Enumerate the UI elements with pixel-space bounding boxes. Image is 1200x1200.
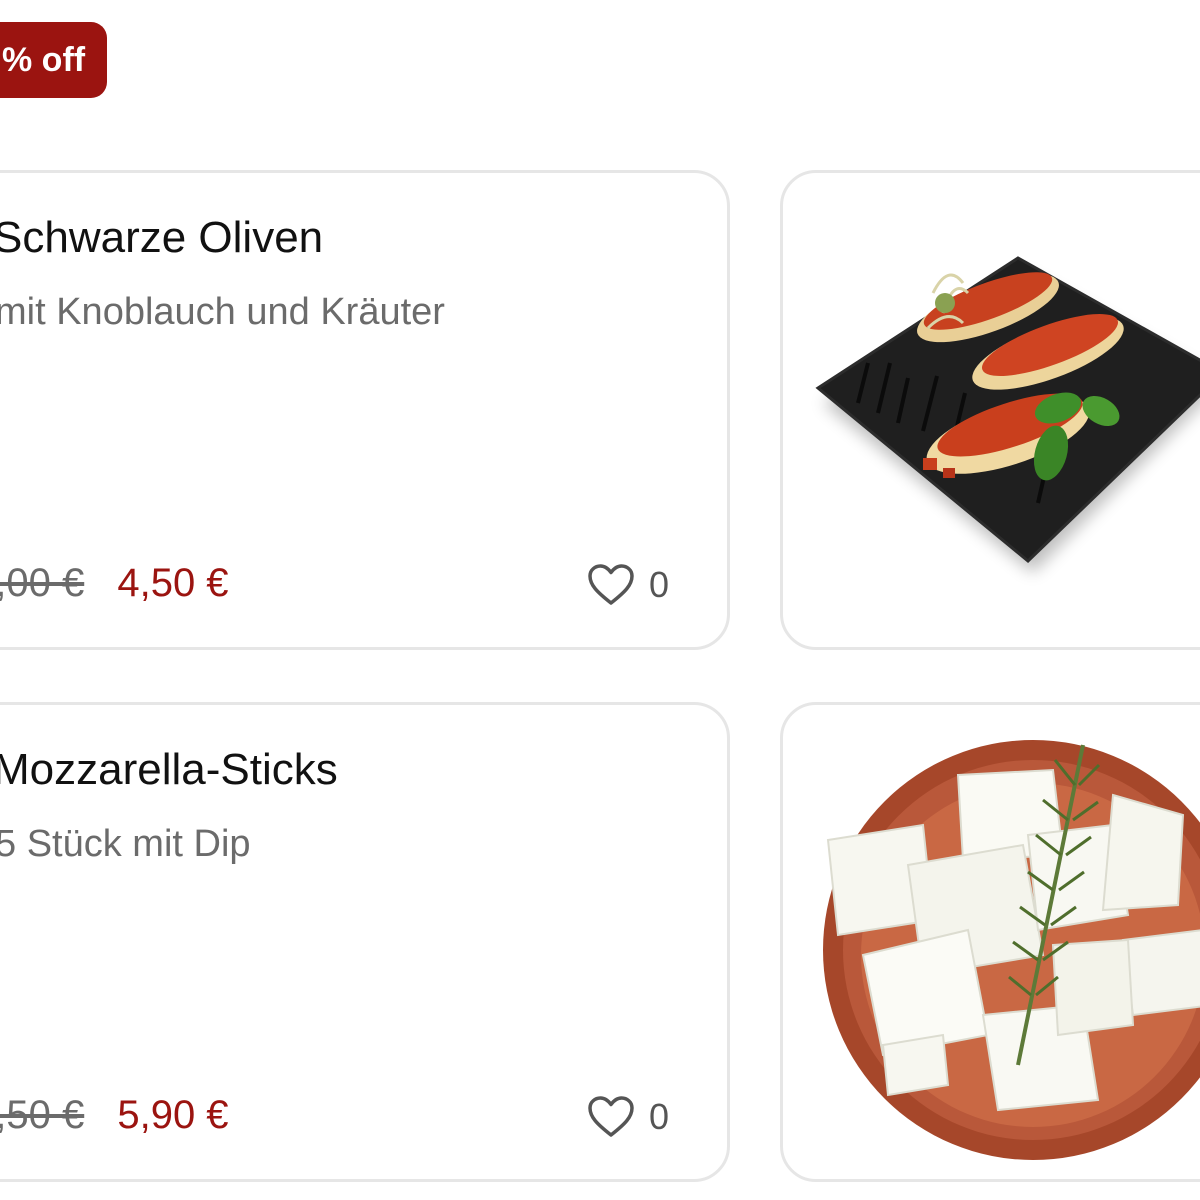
dish-description: mit Knoblauch und Kräuter [0,291,445,333]
menu-page: % off Schwarze Oliven mit Knoblauch und … [0,0,1200,1200]
menu-item-card[interactable]: Schwarze Oliven mit Knoblauch und Kräute… [0,170,730,650]
discount-badge: % off [0,22,108,98]
dish-description: 5 Stück mit Dip [0,823,251,865]
dish-title: Schwarze Oliven [0,213,324,262]
like-button[interactable]: 0 [587,563,669,607]
feta-cheese-image [823,740,1200,1160]
bruschetta-image [815,256,1200,573]
menu-item-card[interactable]: Mozzarella-Sticks 5 Stück mit Dip 6,50 €… [0,702,730,1182]
dish-title: Mozzarella-Sticks [0,745,338,794]
heart-icon [588,1096,634,1137]
like-button[interactable]: 0 [587,1095,669,1139]
price-row: 6,50 € 5,90 € [0,1093,229,1138]
heart-icon [588,564,634,605]
new-price: 5,90 € [117,1093,229,1137]
dish-image-card[interactable] [780,702,1200,1182]
old-price: 6,50 € [0,1093,85,1137]
price-row: 5,00 € 4,50 € [0,561,229,606]
old-price: 5,00 € [0,561,85,605]
new-price: 4,50 € [117,561,229,605]
like-count: 0 [648,1096,669,1137]
like-count: 0 [648,564,669,605]
dish-image-card[interactable] [780,170,1200,650]
